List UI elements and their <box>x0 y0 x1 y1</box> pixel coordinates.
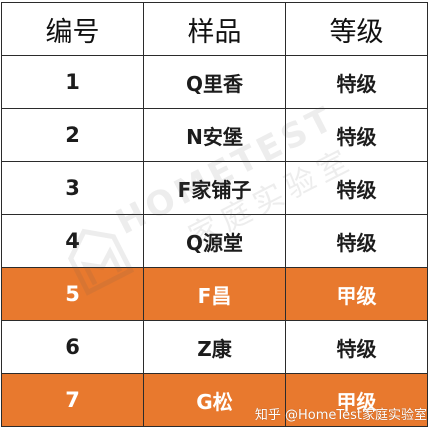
cell-grade: 甲级 <box>285 267 428 321</box>
cell-number: 5 <box>1 267 144 321</box>
grade-table: 编号 样品 等级 1 Q里香 特级 2 N安堡 特级 3 F家铺子 特级 4 Q… <box>1 2 428 427</box>
cell-sample: F家铺子 <box>143 161 286 215</box>
table-row: 5 F昌 甲级 <box>1 267 428 321</box>
table-header-row: 编号 样品 等级 <box>1 2 428 56</box>
table-row: 3 F家铺子 特级 <box>1 161 428 215</box>
cell-number: 1 <box>1 55 144 109</box>
cell-sample: Z康 <box>143 320 286 374</box>
header-number: 编号 <box>1 2 144 56</box>
credit-text: 知乎 @HomeTest家庭实验室 <box>254 408 427 423</box>
cell-sample: Q源堂 <box>143 214 286 268</box>
header-sample: 样品 <box>143 2 286 56</box>
cell-sample: Q里香 <box>143 55 286 109</box>
table-row: 1 Q里香 特级 <box>1 55 428 109</box>
cell-number: 2 <box>1 108 144 162</box>
cell-grade: 特级 <box>285 214 428 268</box>
table-row: 2 N安堡 特级 <box>1 108 428 162</box>
table-row: 4 Q源堂 特级 <box>1 214 428 268</box>
cell-number: 6 <box>1 320 144 374</box>
cell-sample: N安堡 <box>143 108 286 162</box>
cell-grade: 特级 <box>285 108 428 162</box>
cell-number: 4 <box>1 214 144 268</box>
table-row: 6 Z康 特级 <box>1 320 428 374</box>
cell-grade: 特级 <box>285 55 428 109</box>
cell-grade: 特级 <box>285 161 428 215</box>
cell-sample: F昌 <box>143 267 286 321</box>
cell-grade: 特级 <box>285 320 428 374</box>
cell-number: 7 <box>1 373 144 427</box>
header-grade: 等级 <box>285 2 428 56</box>
cell-number: 3 <box>1 161 144 215</box>
